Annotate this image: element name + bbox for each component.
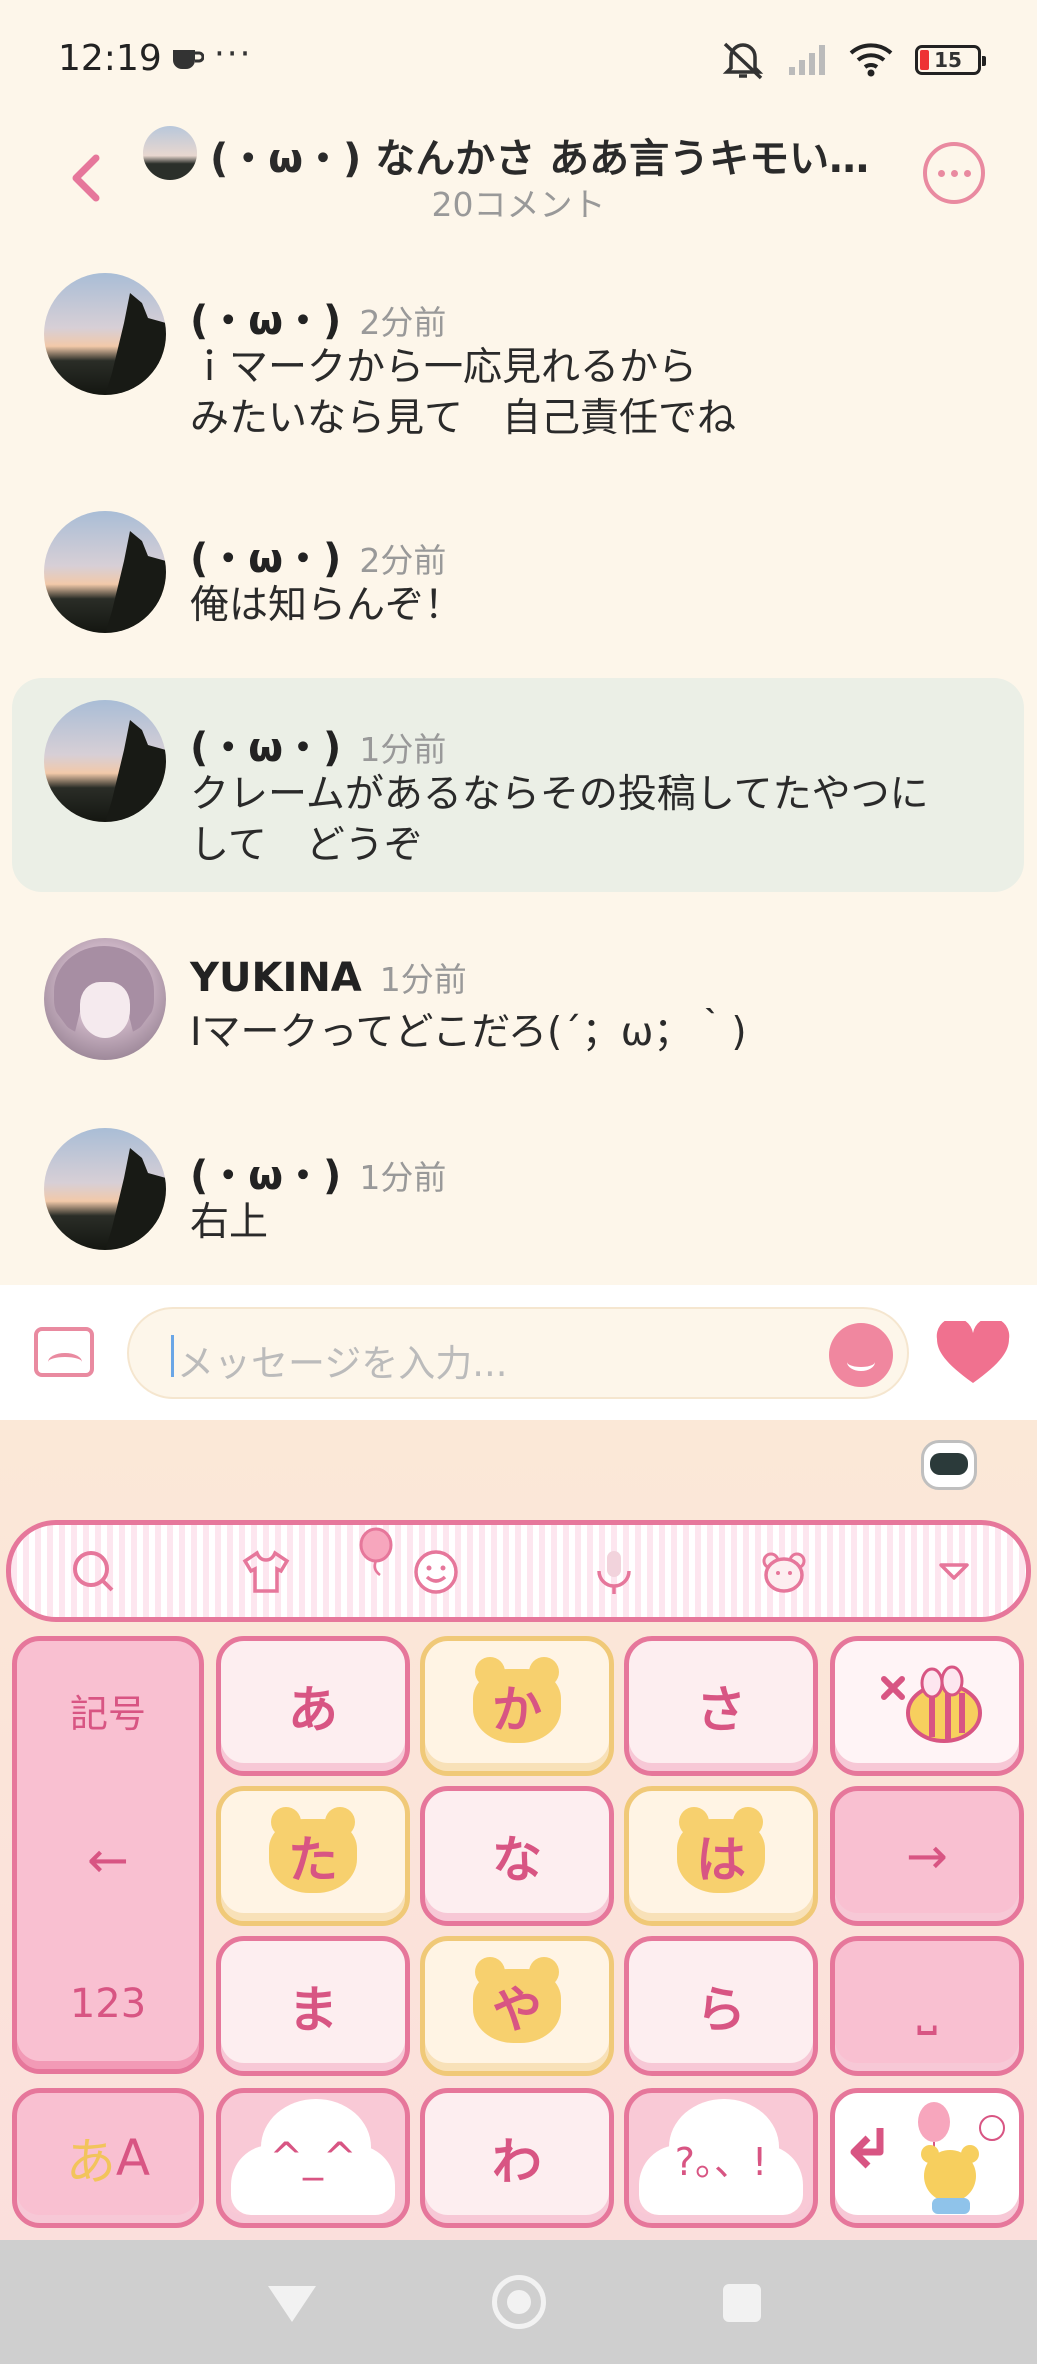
theme-shirt-icon[interactable] — [241, 1547, 291, 1597]
comment-time: 1分前 — [359, 1158, 447, 1197]
number-key[interactable]: 123 — [17, 1981, 199, 2027]
balloon-icon — [359, 1527, 393, 1576]
emoji-button[interactable] — [829, 1323, 893, 1387]
key-ya[interactable]: や — [420, 1936, 614, 2076]
more-options-button[interactable] — [923, 142, 985, 204]
key-wa[interactable]: わ — [420, 2088, 614, 2228]
comment-item[interactable]: (・ω・) 1分前 右上 — [12, 1125, 1024, 1265]
key-ka[interactable]: か — [420, 1636, 614, 1776]
search-icon[interactable] — [69, 1547, 119, 1597]
emoji-smile-icon[interactable] — [411, 1547, 461, 1597]
backspace-bee-icon — [881, 1665, 982, 1743]
nav-recents-button[interactable] — [723, 2284, 761, 2322]
comment-author: (・ω・) — [190, 725, 342, 771]
key-ha[interactable]: は — [624, 1786, 818, 1926]
message-input-bar: メッセージを入力... — [0, 1285, 1037, 1420]
battery-icon: 15 — [915, 45, 986, 75]
message-input[interactable]: メッセージを入力... — [127, 1307, 909, 1399]
comment-item-highlighted[interactable]: (・ω・) 1分前 クレームがあるならその投稿してたやつに して どうぞ — [12, 678, 1024, 892]
thread-avatar[interactable] — [143, 126, 197, 180]
key-ma[interactable]: ま — [216, 1936, 410, 2076]
mute-icon — [722, 42, 764, 80]
cup-icon — [173, 50, 204, 69]
key-na[interactable]: な — [420, 1786, 614, 1926]
avatar[interactable] — [44, 273, 166, 395]
kaomoji-key[interactable]: ^_^ — [216, 2088, 410, 2228]
comment-text: ｉマークから一応見れるから みたいなら見て 自己責任でね — [190, 345, 737, 441]
thread-title: (・ω・) なんかさ ああ言うキモい… — [210, 136, 870, 182]
system-nav-bar — [0, 2240, 1037, 2364]
chat-header: (・ω・) なんかさ ああ言うキモい… 20コメント — [0, 120, 1037, 230]
comment-author: (・ω・) — [190, 1153, 342, 1199]
collapse-chevron-down-icon[interactable] — [929, 1547, 979, 1597]
enter-key[interactable] — [830, 2088, 1024, 2228]
signal-icon — [789, 45, 825, 75]
heart-button[interactable] — [935, 1321, 1011, 1387]
comment-time: 1分前 — [359, 730, 447, 769]
nav-back-button[interactable] — [268, 2286, 316, 2322]
avatar[interactable] — [44, 1128, 166, 1250]
comment-author: (・ω・) — [190, 298, 342, 344]
bear-sticker-icon[interactable] — [759, 1547, 809, 1597]
key-sa[interactable]: さ — [624, 1636, 818, 1776]
space-key[interactable]: ⎵ — [830, 1936, 1024, 2076]
cursor-right-key[interactable]: → — [830, 1786, 1024, 1926]
comment-time: 2分前 — [359, 303, 447, 342]
comment-time: 2分前 — [359, 541, 447, 580]
backspace-key[interactable] — [830, 1636, 1024, 1776]
comment-time: 1分前 — [379, 960, 467, 999]
comment-item[interactable]: YUKINA 1分前 Iマークってどこだろ(´；ω；｀) — [12, 935, 1024, 1075]
comment-count: 20コメント — [431, 185, 606, 224]
cursor-left-key[interactable]: ← — [17, 1831, 199, 1889]
status-bar: 12:19 ··· 15 — [0, 0, 1037, 120]
key-ta[interactable]: た — [216, 1786, 410, 1926]
key-a[interactable]: あ — [216, 1636, 410, 1776]
avatar[interactable] — [44, 511, 166, 633]
comment-text: クレームがあるならその投稿してたやつに して どうぞ — [190, 772, 929, 868]
avatar[interactable] — [44, 700, 166, 822]
avatar[interactable] — [44, 938, 166, 1060]
kana-alpha-toggle-key[interactable]: あA — [12, 2088, 204, 2228]
symbol-number-column: 記号 ← 123 — [12, 1636, 204, 2074]
comment-text: 俺は知らんぞ！ — [190, 583, 464, 628]
symbol-key[interactable]: 記号 — [17, 1683, 199, 1738]
key-ra[interactable]: ら — [624, 1936, 818, 2076]
comment-text: 右上 — [190, 1200, 269, 1245]
keyboard-toolbar — [6, 1520, 1031, 1622]
text-caret — [171, 1335, 174, 1377]
punctuation-key[interactable]: ?。、! — [624, 2088, 818, 2228]
comment-text: Iマークってどこだろ(´；ω；｀) — [190, 1010, 747, 1055]
nav-home-button[interactable] — [492, 2275, 546, 2329]
battery-level: 15 — [934, 48, 962, 72]
comment-item[interactable]: (・ω・) 2分前 ｉマークから一応見れるから みたいなら見て 自己責任でね — [12, 270, 1024, 460]
image-attach-button[interactable] — [34, 1327, 94, 1377]
microphone-icon[interactable] — [589, 1547, 639, 1597]
assistant-robot-icon[interactable] — [921, 1440, 977, 1490]
status-time: 12:19 — [58, 38, 162, 79]
message-placeholder: メッセージを入力... — [177, 1342, 508, 1385]
wifi-icon — [849, 43, 893, 77]
comment-item[interactable]: (・ω・) 2分前 俺は知らんぞ！ — [12, 508, 1024, 648]
enter-bear-balloon-icon — [850, 2102, 1005, 2214]
comment-author: YUKINA — [190, 955, 362, 1001]
status-more-dots: ··· — [214, 34, 253, 74]
comment-author: (・ω・) — [190, 536, 342, 582]
